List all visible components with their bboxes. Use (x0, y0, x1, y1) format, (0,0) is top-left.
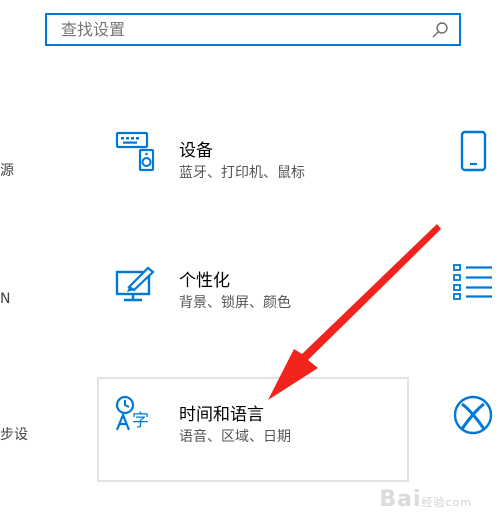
watermark-text: Bai (379, 487, 422, 512)
red-annotation-arrow (268, 224, 441, 400)
watermark-sub: 经验 (421, 496, 446, 509)
baidu-watermark: Bai经验com (379, 487, 472, 512)
watermark-suffix: com (445, 496, 472, 509)
